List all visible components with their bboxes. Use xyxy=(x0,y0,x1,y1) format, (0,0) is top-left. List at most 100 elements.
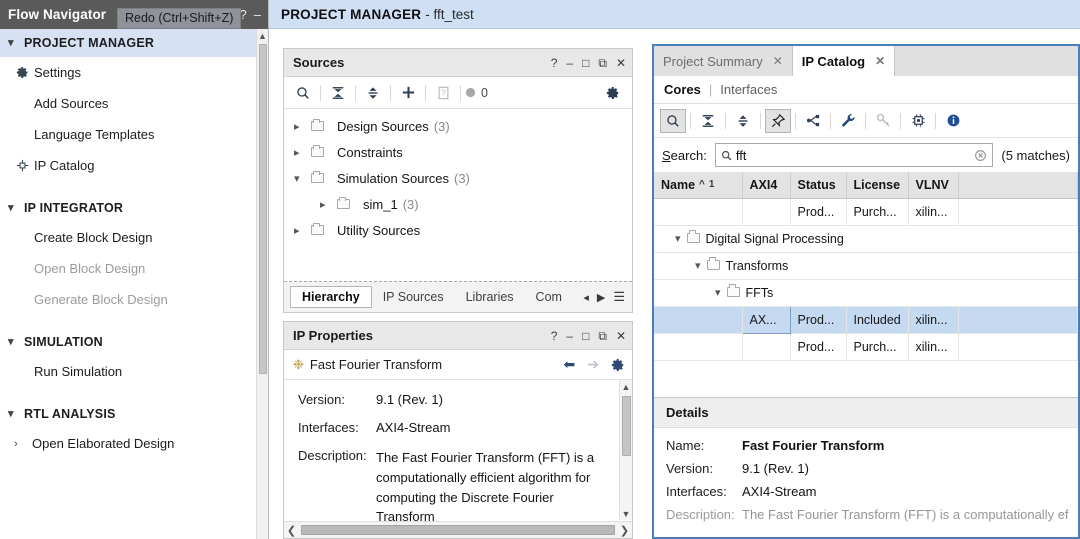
settings-gear-icon[interactable] xyxy=(600,81,626,105)
tree-item-utility-sources[interactable]: ▸ Utility Sources xyxy=(284,217,632,243)
search-icon[interactable] xyxy=(660,109,686,133)
cell-group[interactable]: ▾ Digital Signal Processing xyxy=(654,225,1078,252)
wrench-icon[interactable] xyxy=(835,109,861,133)
search-input[interactable] xyxy=(736,148,971,163)
sidebar-section-simulation[interactable]: ▾ SIMULATION xyxy=(0,328,256,356)
cell-group[interactable]: ▾ FFTs xyxy=(654,279,1078,306)
scrollbar-thumb[interactable] xyxy=(301,525,615,535)
sidebar-item-create-block-design[interactable]: Create Block Design xyxy=(0,222,256,253)
clear-icon[interactable] xyxy=(974,149,987,162)
pin-icon[interactable] xyxy=(765,109,791,133)
tab-ip-sources[interactable]: IP Sources xyxy=(372,286,455,308)
tab-hierarchy[interactable]: Hierarchy xyxy=(290,286,372,308)
table-row[interactable]: Prod... Purch... xilin... xyxy=(654,333,1078,360)
folder-icon xyxy=(727,286,746,300)
column-header-vlnv[interactable]: VLNV xyxy=(908,172,958,198)
tab-menu-icon[interactable]: ☰ xyxy=(613,289,625,305)
maximize-icon[interactable]: □ xyxy=(582,57,589,69)
column-header-axi4[interactable]: AXI4 xyxy=(742,172,790,198)
hierarchy-icon[interactable] xyxy=(800,109,826,133)
tab-scroll-left-icon[interactable]: ◂ xyxy=(583,291,589,304)
ip-properties-hscrollbar[interactable]: ❮ ❯ xyxy=(284,521,632,538)
sidebar-item-open-block-design[interactable]: Open Block Design xyxy=(0,253,256,284)
close-icon[interactable]: ✕ xyxy=(616,330,626,342)
minimize-icon[interactable]: – xyxy=(254,8,261,21)
scroll-left-icon[interactable]: ❮ xyxy=(284,524,299,537)
gear-icon[interactable] xyxy=(611,358,625,372)
scroll-up-icon[interactable]: ▲ xyxy=(257,29,268,42)
sidebar-item-open-elaborated-design[interactable]: › Open Elaborated Design xyxy=(0,428,256,459)
sidebar-section-project-manager[interactable]: ▾ PROJECT MANAGER xyxy=(0,29,256,57)
chevron-down-icon[interactable]: ▾ xyxy=(675,232,681,245)
table-row[interactable]: ▾ FFTs xyxy=(654,279,1078,306)
chevron-right-icon[interactable]: ▸ xyxy=(294,120,311,133)
sidebar-item-generate-block-design[interactable]: Generate Block Design xyxy=(0,284,256,315)
search-input-box[interactable] xyxy=(715,143,994,167)
ip-properties-vscrollbar[interactable]: ▲ ▼ xyxy=(619,380,632,520)
add-sources-icon[interactable] xyxy=(395,81,421,105)
ip-catalog-subtabs: Cores | Interfaces xyxy=(654,76,1078,104)
column-header-name[interactable]: Name ^ 1 xyxy=(654,172,742,198)
close-icon[interactable]: ✕ xyxy=(616,57,626,69)
help-icon[interactable]: ? xyxy=(551,57,558,69)
tree-item-simulation-sources[interactable]: ▾ Simulation Sources (3) xyxy=(284,165,632,191)
expand-all-icon[interactable] xyxy=(730,109,756,133)
sidebar-item-language-templates[interactable]: Language Templates xyxy=(0,119,256,150)
scroll-right-icon[interactable]: ❯ xyxy=(617,524,632,537)
tab-project-summary[interactable]: Project Summary ✕ xyxy=(654,46,793,76)
tree-item-label: Constraints xyxy=(337,145,403,160)
chevron-right-icon[interactable]: ▸ xyxy=(294,146,311,159)
table-row[interactable]: ▾ Transforms xyxy=(654,252,1078,279)
table-row-selected[interactable]: AX... Prod... Included xilin... xyxy=(654,306,1078,333)
close-icon[interactable]: ✕ xyxy=(875,54,885,68)
sidebar-item-ip-catalog[interactable]: IP Catalog xyxy=(0,150,256,181)
tree-item-sim-1[interactable]: ▸ sim_1 (3) xyxy=(284,191,632,217)
tab-compile-order[interactable]: Com xyxy=(525,286,573,308)
cell-name xyxy=(654,198,742,225)
sidebar-section-ip-integrator[interactable]: ▾ IP INTEGRATOR xyxy=(0,194,256,222)
column-header-license[interactable]: License xyxy=(846,172,908,198)
sidebar-item-add-sources[interactable]: Add Sources xyxy=(0,88,256,119)
back-arrow-icon[interactable]: ⬅ xyxy=(564,356,576,373)
help-icon[interactable]: ? xyxy=(551,330,558,342)
float-icon[interactable]: ⧉ xyxy=(598,330,607,342)
sidebar-section-rtl-analysis[interactable]: ▾ RTL ANALYSIS xyxy=(0,400,256,428)
scrollbar-thumb[interactable] xyxy=(622,396,631,456)
tree-item-design-sources[interactable]: ▸ Design Sources (3) xyxy=(284,113,632,139)
tree-item-constraints[interactable]: ▸ Constraints xyxy=(284,139,632,165)
tree-item-label: Design Sources xyxy=(337,119,429,134)
search-icon[interactable] xyxy=(290,81,316,105)
minimize-icon[interactable]: – xyxy=(566,330,573,342)
sidebar-item-run-simulation[interactable]: Run Simulation xyxy=(0,356,256,387)
cell-group[interactable]: ▾ Transforms xyxy=(654,252,1078,279)
subtab-interfaces[interactable]: Interfaces xyxy=(720,82,777,97)
float-icon[interactable]: ⧉ xyxy=(598,57,607,69)
column-header-status[interactable]: Status xyxy=(790,172,846,198)
maximize-icon[interactable]: □ xyxy=(582,330,589,342)
subtab-cores[interactable]: Cores xyxy=(664,82,701,97)
info-icon[interactable] xyxy=(940,109,966,133)
table-row[interactable]: ▾ Digital Signal Processing xyxy=(654,225,1078,252)
sidebar-scrollbar[interactable]: ▲ xyxy=(256,29,268,539)
close-icon[interactable]: ✕ xyxy=(773,54,783,68)
details-label: Interfaces: xyxy=(666,484,742,499)
chevron-right-icon[interactable]: ▸ xyxy=(320,198,337,211)
minimize-icon[interactable]: – xyxy=(566,57,573,69)
scroll-up-icon[interactable]: ▲ xyxy=(620,380,632,393)
tab-libraries[interactable]: Libraries xyxy=(455,286,525,308)
tab-ip-catalog[interactable]: IP Catalog ✕ xyxy=(793,46,895,76)
tab-scroll-right-icon[interactable]: ▶ xyxy=(597,291,605,304)
chevron-down-icon[interactable]: ▾ xyxy=(294,172,311,185)
chevron-down-icon[interactable]: ▾ xyxy=(715,286,721,299)
chevron-down-icon[interactable]: ▾ xyxy=(695,259,701,272)
status-dot-icon[interactable]: 0 xyxy=(465,81,488,105)
sidebar-item-settings[interactable]: Settings xyxy=(0,57,256,88)
table-row[interactable]: Prod... Purch... xilin... xyxy=(654,198,1078,225)
expand-all-icon[interactable] xyxy=(360,81,386,105)
scroll-down-icon[interactable]: ▼ xyxy=(620,507,632,520)
collapse-all-icon[interactable] xyxy=(325,81,351,105)
chevron-right-icon[interactable]: ▸ xyxy=(294,224,311,237)
scrollbar-thumb[interactable] xyxy=(259,44,267,374)
settings-icon[interactable] xyxy=(905,109,931,133)
collapse-all-icon[interactable] xyxy=(695,109,721,133)
